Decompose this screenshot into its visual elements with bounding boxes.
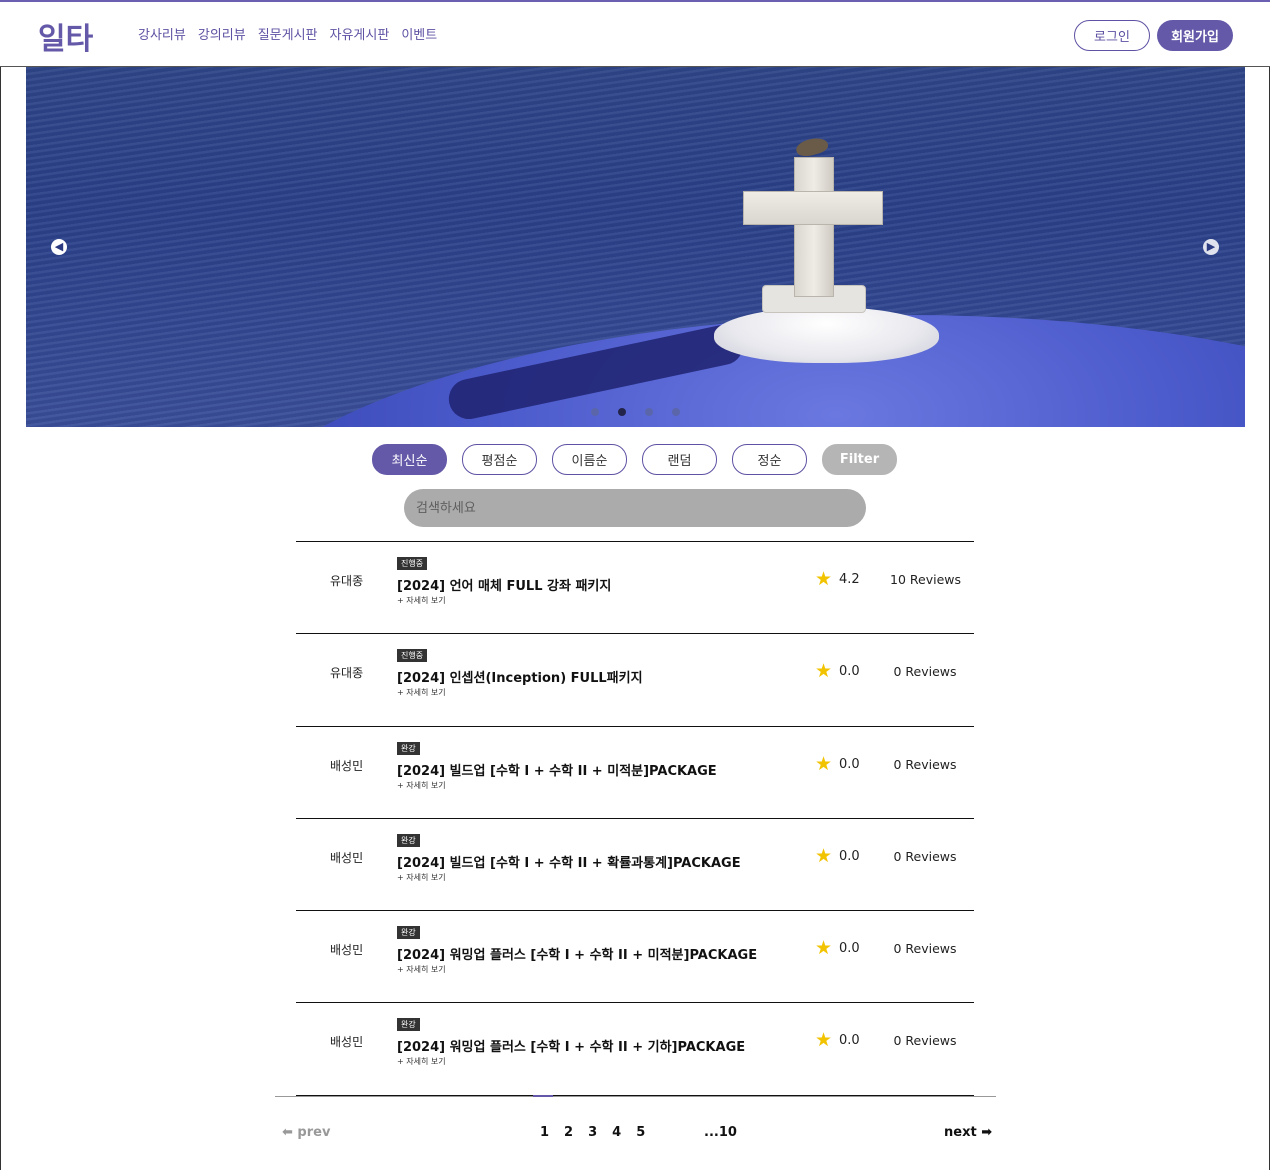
course-row[interactable]: 배성민 완강 [2024] 워밍업 플러스 [수학 I + 수학 II + 기하]P…: [296, 1003, 974, 1096]
nav-free-board[interactable]: 자유게시판: [330, 24, 390, 43]
details-link[interactable]: + 자세히 보기: [397, 1056, 446, 1067]
course-instructor: 배성민: [330, 1035, 364, 1050]
star-icon: ★: [815, 752, 833, 775]
sort-name-button[interactable]: 이름순: [552, 444, 627, 475]
star-icon: ★: [815, 844, 833, 867]
search-input[interactable]: [404, 489, 866, 527]
status-badge: 완강: [397, 1018, 420, 1032]
carousel-dot[interactable]: [618, 408, 626, 416]
course-rating: 0.0: [839, 848, 860, 864]
review-count[interactable]: 0 Reviews: [890, 757, 960, 772]
status-badge: 완강: [397, 926, 420, 940]
prev-page-button[interactable]: ⬅ prev: [282, 1125, 330, 1140]
nav-qna-board[interactable]: 질문게시판: [258, 24, 318, 43]
sort-random-button[interactable]: 랜덤: [642, 444, 717, 475]
course-instructor: 유대종: [330, 666, 364, 681]
course-rating: 0.0: [839, 664, 860, 680]
course-title[interactable]: [2024] 워밍업 플러스 [수학 I + 수학 II + 미적분]PACKA…: [397, 944, 757, 963]
course-instructor: 유대종: [330, 574, 364, 588]
course-title[interactable]: [2024] 빌드업 [수학 I + 수학 II + 미적분]PACKAGE: [397, 760, 717, 779]
site-logo[interactable]: 일타: [38, 14, 93, 58]
pagination-divider: [275, 1096, 996, 1097]
last-page-link[interactable]: ...10: [704, 1125, 737, 1140]
carousel-dot[interactable]: [591, 408, 599, 416]
course-instructor: 배성민: [330, 943, 364, 958]
course-rating: 0.0: [839, 756, 860, 772]
next-page-button[interactable]: next ➡: [944, 1125, 992, 1140]
course-row[interactable]: 유대종 진행중 [2024] 언어 매체 FULL 강좌 패키지 + 자세히 보기 ★ 4…: [296, 542, 974, 635]
nav-instructor-review[interactable]: 강사리뷰: [138, 24, 186, 43]
course-row[interactable]: 배성민 완강 [2024] 빌드업 [수학 I + 수학 II + 확률과통계]PA…: [296, 819, 974, 912]
carousel-dot[interactable]: [645, 408, 653, 416]
review-count[interactable]: 0 Reviews: [890, 849, 960, 864]
review-count[interactable]: 0 Reviews: [890, 664, 960, 679]
carousel-next-icon[interactable]: ▶: [1203, 239, 1219, 255]
star-icon: ★: [815, 660, 833, 683]
course-row[interactable]: 배성민 완강 [2024] 빌드업 [수학 I + 수학 II + 미적분]PACK…: [296, 727, 974, 819]
details-link[interactable]: + 자세히 보기: [397, 687, 446, 698]
filter-button[interactable]: Filter: [822, 444, 897, 475]
nav-event[interactable]: 이벤트: [401, 24, 437, 43]
page-link[interactable]: 1: [540, 1125, 549, 1140]
sort-rating-button[interactable]: 평점순: [462, 444, 537, 475]
review-count[interactable]: 0 Reviews: [890, 1033, 960, 1048]
course-instructor: 배성민: [330, 758, 364, 773]
dome-cap: [714, 307, 939, 363]
course-rating: 0.0: [839, 941, 860, 957]
details-link[interactable]: + 자세히 보기: [397, 964, 446, 975]
course-title[interactable]: [2024] 언어 매체 FULL 강좌 패키지: [397, 575, 611, 594]
page-link[interactable]: 3: [588, 1125, 597, 1140]
course-row[interactable]: 배성민 완강 [2024] 워밍업 플러스 [수학 I + 수학 II + 미적분]…: [296, 911, 974, 1004]
status-badge: 완강: [397, 833, 420, 847]
details-link[interactable]: + 자세히 보기: [397, 872, 446, 883]
sort-latest-button[interactable]: 최신순: [372, 444, 447, 475]
status-badge: 진행중: [397, 649, 428, 663]
course-rating: 4.2: [839, 572, 860, 587]
status-badge: 완강: [397, 741, 420, 755]
details-link[interactable]: + 자세히 보기: [397, 780, 446, 791]
site-header: 일타 강사리뷰 강의리뷰 질문게시판 자유게시판 이벤트 로그인 회원가입: [0, 0, 1270, 67]
cross-horizontal: [743, 191, 883, 225]
course-rating: 0.0: [839, 1033, 860, 1049]
sort-ascending-button[interactable]: 정순: [732, 444, 807, 475]
carousel-prev-icon[interactable]: ◀: [51, 239, 67, 255]
course-title[interactable]: [2024] 워밍업 플러스 [수학 I + 수학 II + 기하]PACKAG…: [397, 1036, 745, 1055]
course-instructor: 배성민: [330, 850, 364, 865]
status-badge: 진행중: [397, 557, 428, 570]
star-icon: ★: [815, 937, 833, 960]
review-count[interactable]: 10 Reviews: [890, 572, 961, 587]
course-title[interactable]: [2024] 인셉션(Inception) FULL패키지: [397, 667, 643, 686]
star-icon: ★: [815, 1029, 833, 1052]
details-link[interactable]: + 자세히 보기: [397, 595, 446, 606]
review-count[interactable]: 0 Reviews: [890, 941, 960, 956]
course-list: 유대종 진행중 [2024] 언어 매체 FULL 강좌 패키지 + 자세히 보기 ★ 4…: [296, 541, 974, 1096]
star-icon: ★: [815, 568, 833, 590]
signup-button[interactable]: 회원가입: [1157, 20, 1233, 51]
page-link[interactable]: 2: [564, 1125, 573, 1140]
cross-vertical: [794, 157, 834, 297]
main-nav: 강사리뷰 강의리뷰 질문게시판 자유게시판 이벤트: [138, 24, 437, 43]
page-link[interactable]: 4: [612, 1125, 621, 1140]
carousel-indicators: [591, 408, 680, 416]
nav-lecture-review[interactable]: 강의리뷰: [198, 24, 246, 43]
hero-carousel: ◀ ▶: [26, 67, 1245, 427]
course-title[interactable]: [2024] 빌드업 [수학 I + 수학 II + 확률과통계]PACKAGE: [397, 852, 741, 871]
course-row[interactable]: 유대종 진행중 [2024] 인셉션(Inception) FULL패키지 + 자세히…: [296, 634, 974, 727]
login-button[interactable]: 로그인: [1074, 20, 1150, 51]
pagination-active-marker: [533, 1095, 553, 1097]
carousel-dot[interactable]: [672, 408, 680, 416]
page-link[interactable]: 5: [636, 1125, 645, 1140]
sort-options: 최신순 평점순 이름순 랜덤 정순 Filter: [372, 444, 897, 475]
page-numbers: 1 2 3 4 5: [540, 1125, 645, 1140]
